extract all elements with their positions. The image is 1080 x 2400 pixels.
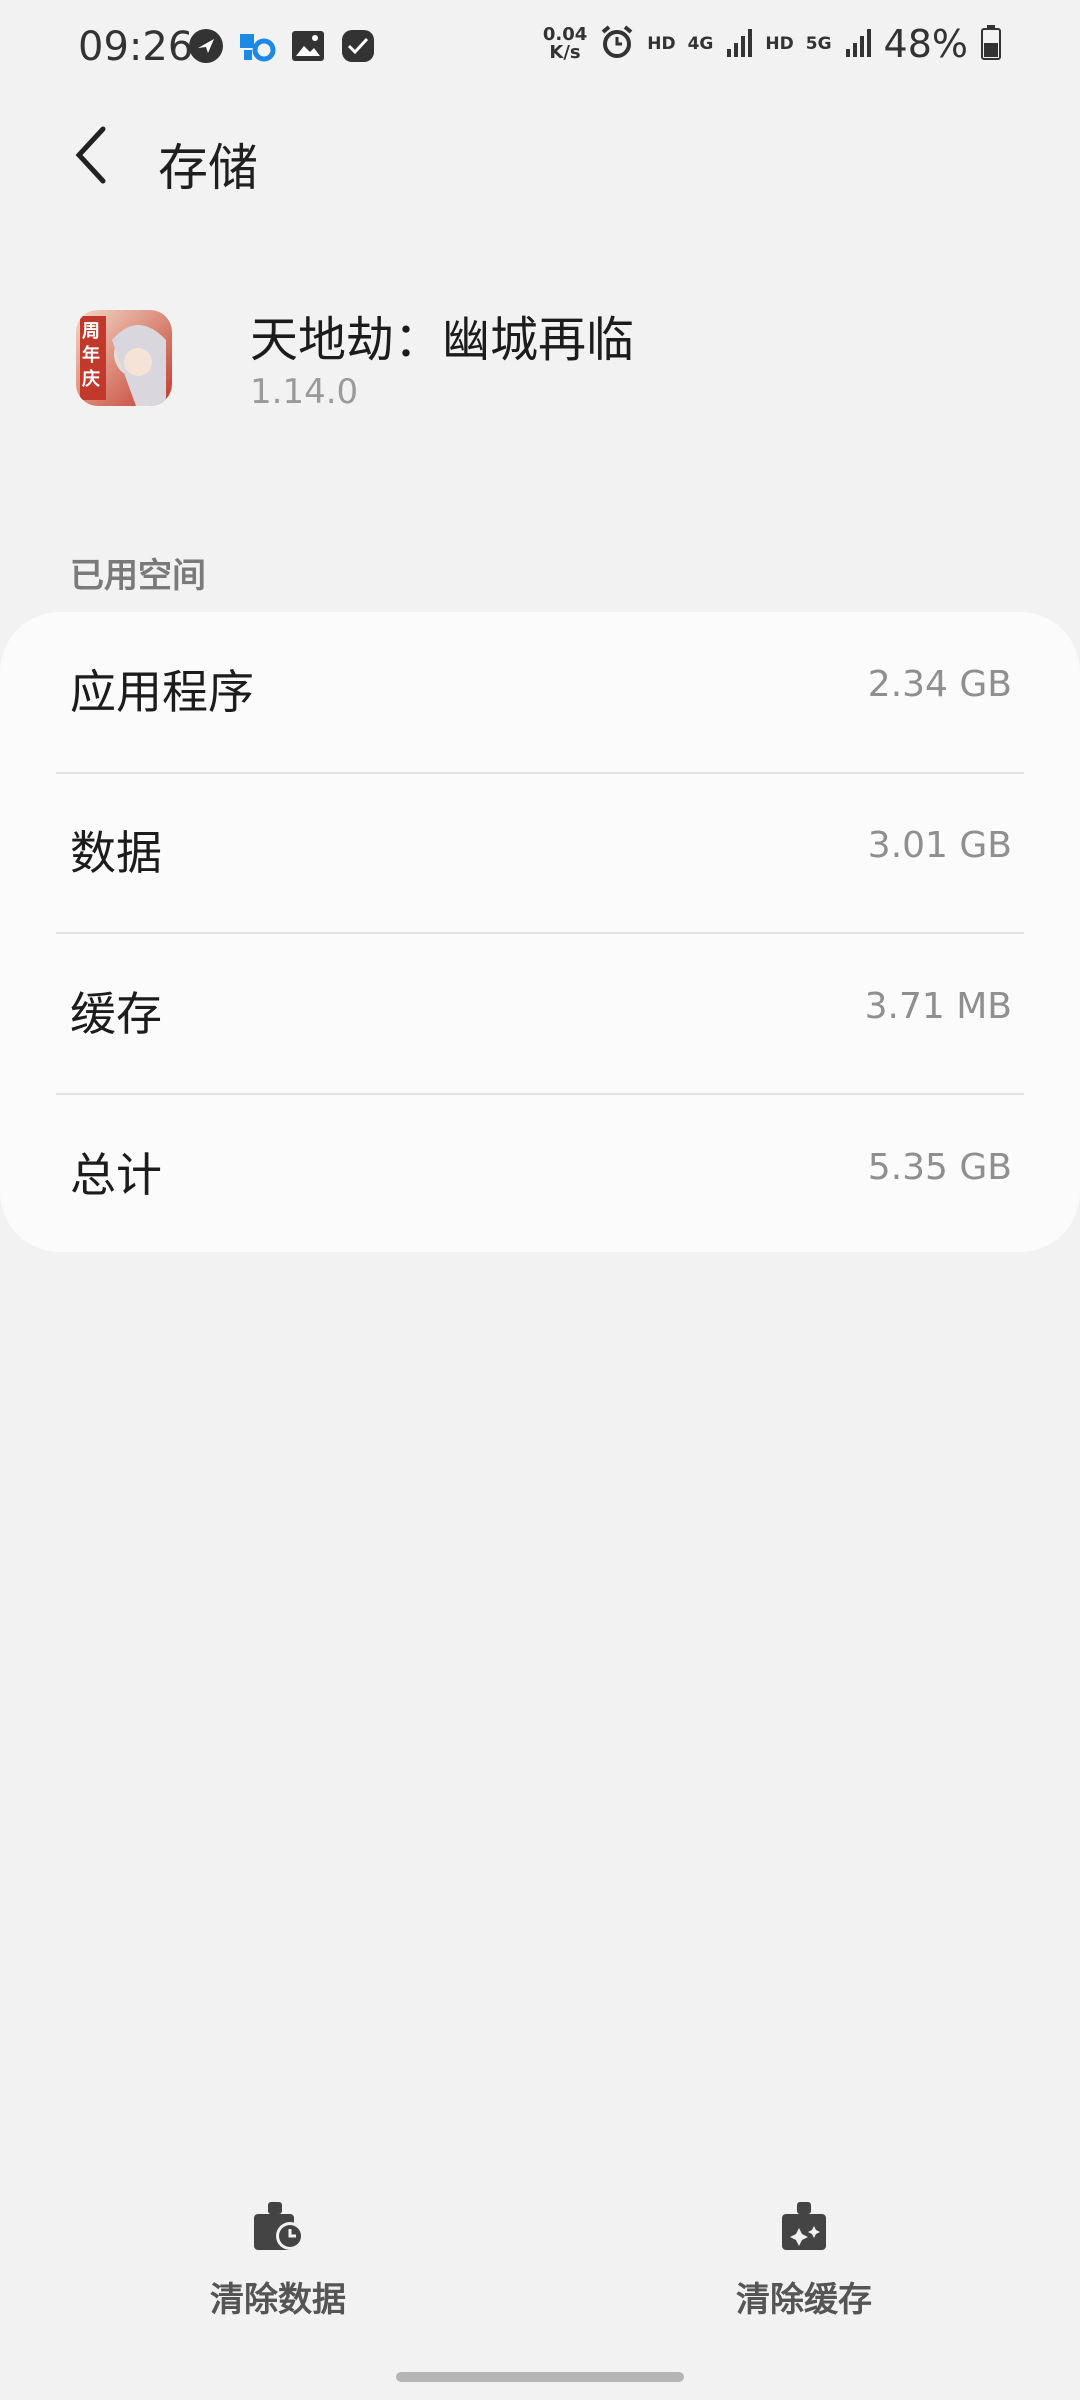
storage-row-total: 总计 5.35 GB (0, 1095, 1080, 1255)
storage-row-data: 数据 3.01 GB (0, 773, 1080, 933)
signal-icon-2 (844, 27, 872, 61)
storage-row-value: 5.35 GB (867, 1147, 1012, 1188)
storage-row-value: 3.01 GB (867, 825, 1012, 866)
hd-label-2: HD (765, 34, 794, 54)
status-bar: 09:26 0.04 K/s HD 4G HD 5G 48% (0, 0, 1080, 100)
battery-percent: 48% (883, 22, 968, 66)
home-indicator[interactable] (396, 2372, 684, 2382)
check-icon (340, 28, 376, 68)
bird-notification-icon (188, 28, 224, 68)
storage-row-value: 2.34 GB (867, 664, 1012, 705)
signal-icon (725, 27, 753, 61)
app-name: 天地劫：幽城再临 (250, 312, 635, 368)
battery-icon (980, 24, 1002, 64)
network-5g-label: 5G (805, 34, 832, 54)
clear-data-icon (250, 2200, 306, 2256)
storage-row-value: 3.71 MB (864, 986, 1012, 1027)
chevron-left-icon (71, 125, 111, 189)
net-speed: 0.04 K/s (543, 26, 587, 62)
hd-label-1: HD (647, 34, 676, 54)
app-icon-badge: 周年庆 (82, 321, 100, 390)
notification-icons (188, 28, 376, 68)
status-right: 0.04 K/s HD 4G HD 5G 48% (543, 22, 1002, 66)
page-title: 存储 (158, 139, 258, 197)
clear-data-label: 清除数据 (210, 2280, 346, 2320)
network-4g-label: 4G (687, 34, 714, 54)
app-version: 1.14.0 (250, 372, 359, 412)
app-icon: 周年庆 (76, 310, 172, 406)
storage-row-label: 数据 (70, 826, 162, 880)
alarm-icon (599, 24, 635, 64)
storage-row-label: 应用程序 (70, 665, 254, 719)
clear-data-button[interactable]: 清除数据 (128, 2200, 428, 2340)
storage-row-label: 总计 (70, 1148, 162, 1202)
image-icon (290, 28, 326, 68)
storage-card: 应用程序 2.34 GB 数据 3.01 GB 缓存 3.71 MB 总计 5.… (0, 612, 1080, 1252)
app-header: 存储 (0, 110, 1080, 210)
storage-row-app: 应用程序 2.34 GB (0, 612, 1080, 772)
clear-cache-label: 清除缓存 (736, 2280, 872, 2320)
clear-cache-icon (778, 2200, 830, 2256)
storage-row-label: 缓存 (70, 987, 162, 1041)
back-button[interactable] (56, 122, 126, 192)
clear-cache-button[interactable]: 清除缓存 (654, 2200, 954, 2340)
storage-row-cache: 缓存 3.71 MB (0, 934, 1080, 1094)
app-info: 周年庆 天地劫：幽城再临 1.14.0 (0, 300, 1080, 420)
net-speed-unit: K/s (549, 42, 581, 63)
status-time: 09:26 (78, 24, 194, 70)
section-label-used-space: 已用空间 (70, 556, 206, 596)
puzzle-gear-icon (238, 28, 276, 68)
